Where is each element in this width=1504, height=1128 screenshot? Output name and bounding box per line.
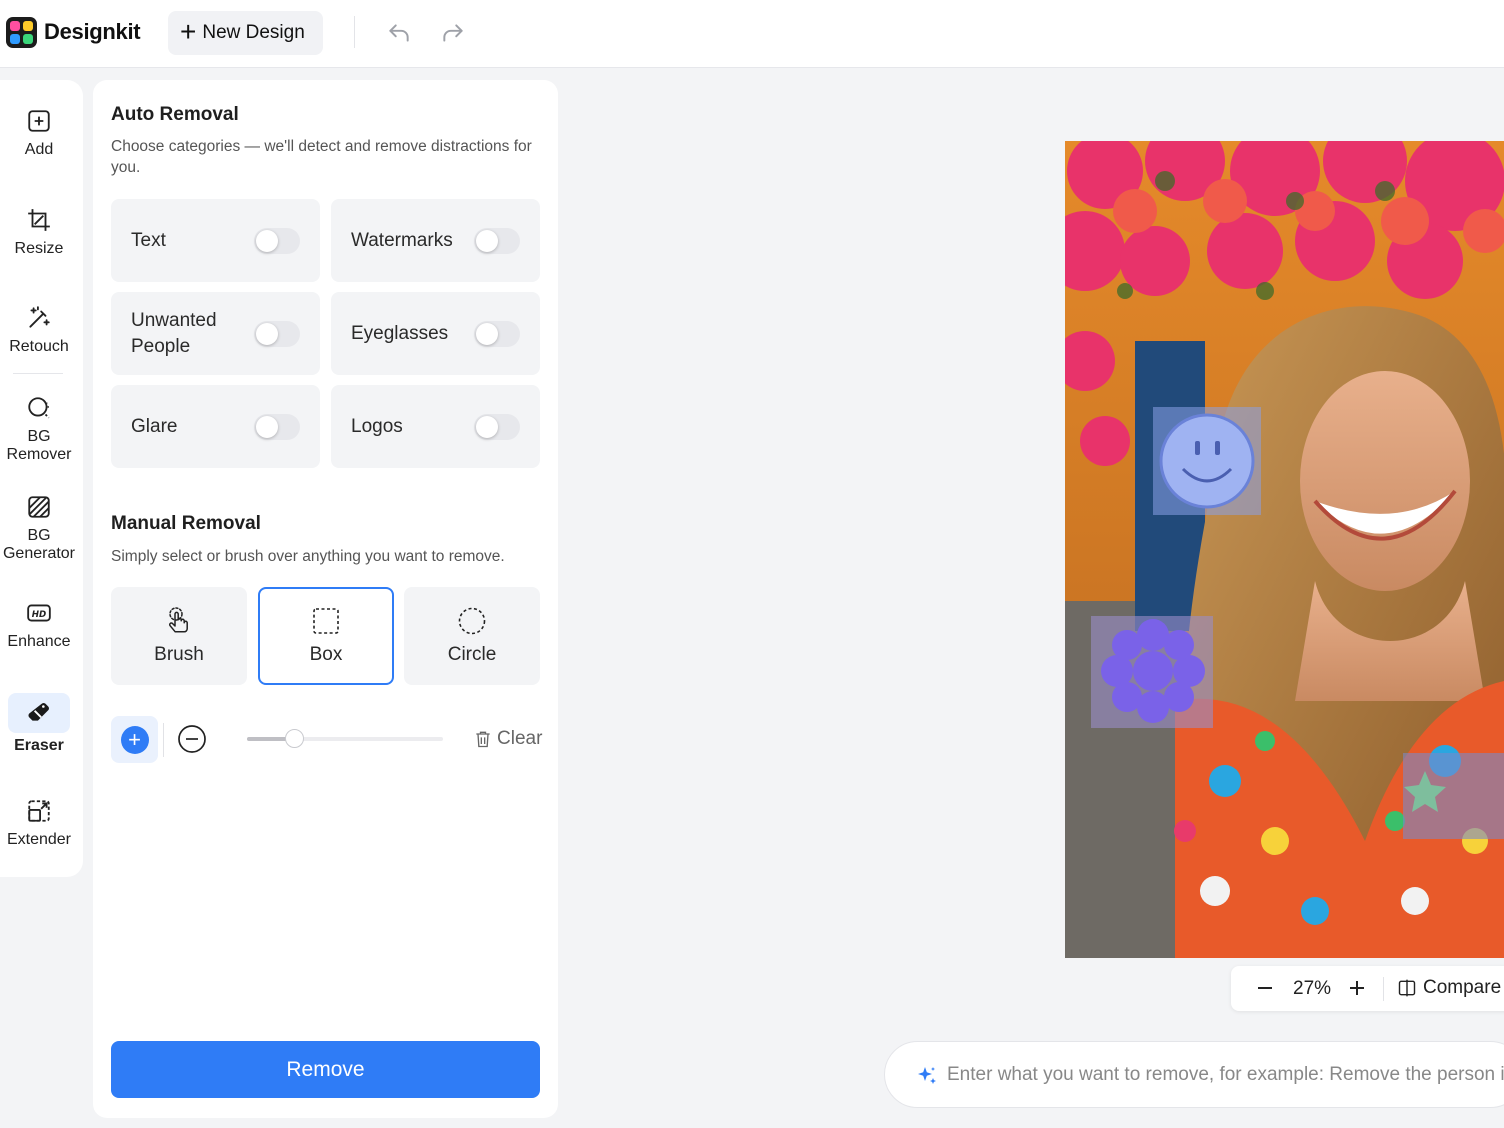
designkit-logo-icon[interactable] [6,17,37,48]
circle-select-icon [458,607,486,635]
clear-button[interactable]: Clear [473,728,542,750]
eraser-icon [28,703,49,721]
canvas-photo[interactable] [1065,141,1504,958]
rail-item-eraser[interactable]: Eraser [0,693,78,755]
new-design-label: New Design [202,22,305,43]
divider [354,16,355,48]
brush-tool-button[interactable]: Brush [111,587,247,685]
rail-label: Add [24,141,54,158]
auto-removal-title: Auto Removal [111,104,239,125]
add-square-icon [28,110,50,132]
eraser-icon-box [8,693,70,733]
zoom-bar: 27% Compare [1231,966,1504,1011]
photo-illustration [1065,141,1504,958]
category-glare[interactable]: Glare [111,385,320,468]
remove-button[interactable]: Remove [111,1041,540,1098]
category-label: Text [131,229,166,251]
rail-label: Extender [6,831,72,848]
rail-label: Enhance [7,633,71,650]
toggle-logos[interactable] [474,414,520,440]
eraser-panel: Auto Removal Choose categories — we'll d… [93,80,558,1118]
svg-text:HD: HD [32,610,46,620]
new-design-button[interactable]: + New Design [168,11,323,55]
sparkle-icon [918,1067,936,1084]
tool-label: Brush [154,644,204,665]
clear-label: Clear [497,728,543,749]
category-label: Eyeglasses [351,322,449,344]
bg-remover-icon [28,397,50,419]
toggle-glare[interactable] [254,414,300,440]
hd-icon: HD [27,604,51,622]
zoom-in-icon[interactable] [1345,976,1369,1000]
divider [1383,977,1384,1001]
manual-removal-description: Simply select or brush over anything you… [111,548,505,565]
toggle-eyeglasses[interactable] [474,321,520,347]
trash-icon [476,731,490,748]
tool-label: Circle [447,644,497,665]
category-unwanted-people[interactable]: Unwanted People [111,292,320,375]
manual-removal-title: Manual Removal [111,513,261,534]
rail-item-bg-remover[interactable]: BG Remover [0,395,78,464]
compare-button[interactable]: Compare [1397,977,1501,999]
category-label: Glare [131,415,178,437]
plus-icon: + [120,725,149,754]
category-label: Logos [351,415,403,437]
category-logos[interactable]: Logos [331,385,540,468]
rail-item-add[interactable]: Add [0,108,78,159]
rail-item-resize[interactable]: Resize [0,207,78,258]
category-label: Watermarks [351,229,453,251]
plus-icon: + [180,15,197,47]
redo-icon[interactable] [440,20,466,46]
rail-label: Resize [14,240,64,257]
box-tool-button[interactable]: Box [258,587,394,685]
rail-label: Retouch [9,338,69,355]
zoom-level: 27% [1293,978,1332,999]
brush-hand-icon [169,607,188,633]
rail-item-extender[interactable]: Extender [0,798,78,849]
category-text[interactable]: Text [111,199,320,282]
toggle-watermarks[interactable] [474,228,520,254]
rail-item-retouch[interactable]: Retouch [0,305,78,356]
rail-item-enhance[interactable]: HD Enhance [0,600,78,651]
toggle-unwanted-people[interactable] [254,321,300,347]
category-watermarks[interactable]: Watermarks [331,199,540,282]
circle-tool-button[interactable]: Circle [404,587,540,685]
extender-icon [28,800,50,822]
slider-handle[interactable] [284,729,304,748]
rail-divider [13,373,63,374]
top-bar: Designkit + New Design [0,0,1504,68]
category-eyeglasses[interactable]: Eyeglasses [331,292,540,375]
compare-label: Compare [1423,977,1502,998]
compare-icon [1398,979,1416,997]
crop-icon [28,209,50,231]
rail-item-bg-generator[interactable]: BG Generator [0,494,78,563]
brand-name: Designkit [44,19,141,44]
brush-add-mode-button[interactable]: + [111,716,158,763]
brush-subtract-mode-button[interactable] [177,724,207,754]
rail-label: Eraser [14,737,64,754]
box-select-icon [313,608,339,634]
undo-icon[interactable] [386,20,412,46]
tool-rail: Add Resize Retouch BG Remover BG Generat… [0,80,83,877]
divider [163,723,164,757]
rail-label: BG Remover [6,428,72,463]
brush-size-slider[interactable] [247,729,443,748]
toggle-text[interactable] [254,228,300,254]
remove-prompt-input[interactable] [947,1056,1504,1094]
zoom-out-icon[interactable] [1253,976,1277,1000]
magic-wand-icon [29,306,50,328]
rail-label: BG Generator [2,527,76,562]
category-label: Unwanted People [131,309,217,357]
auto-removal-description: Choose categories — we'll detect and rem… [111,138,532,176]
ai-prompt-bar [884,1041,1504,1108]
tool-label: Box [309,644,343,665]
bg-generator-icon [28,496,50,518]
